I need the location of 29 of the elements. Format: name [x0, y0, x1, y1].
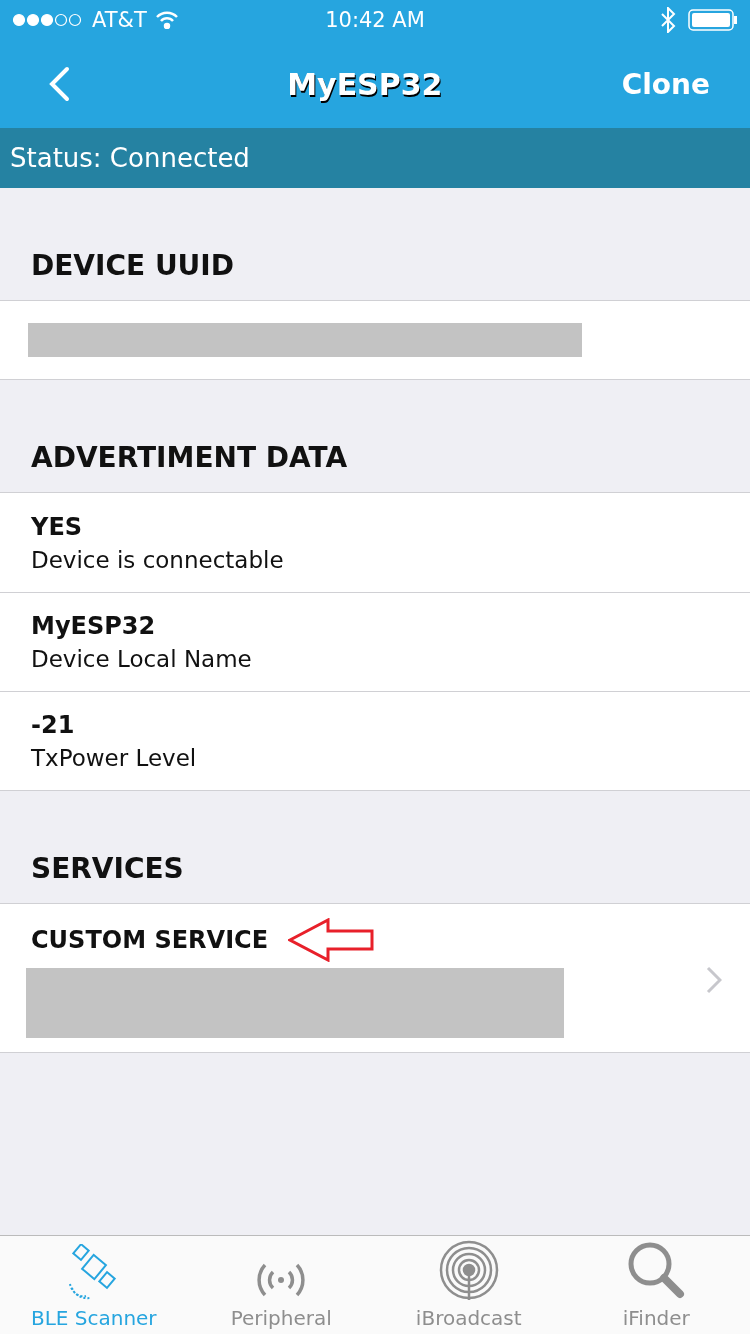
field-value: -21 [31, 711, 76, 739]
section-title: DEVICE UUID [31, 249, 234, 282]
service-row[interactable]: CUSTOM SERVICE [0, 904, 750, 1052]
field-value: YES [31, 512, 84, 541]
tab-item[interactable]: iBroadcast [375, 1236, 563, 1334]
carrier-name: AT&T [92, 8, 147, 32]
field-label: Device is connectable [31, 546, 285, 573]
battery-icon [688, 9, 738, 31]
search-icon [626, 1240, 687, 1300]
bluetooth-icon [660, 7, 676, 33]
wifi-icon [154, 11, 179, 29]
section-title: ADVERTIMENT DATA [31, 441, 348, 474]
arrow-icon [288, 918, 375, 962]
tab-item[interactable]: BLE Scanner [0, 1236, 188, 1334]
field-value: MyESP32 [31, 612, 157, 640]
back-icon [48, 66, 70, 102]
field-label: TxPower Level [31, 745, 198, 771]
clock-time: 10:42 AM [325, 8, 425, 32]
field-label: Device Local Name [31, 646, 253, 672]
tab-item[interactable]: iFinder [562, 1236, 750, 1334]
section-title: SERVICES [31, 852, 184, 885]
chevron-icon [706, 966, 722, 994]
screen-title: MyESP32 [287, 66, 443, 102]
service-name: CUSTOM SERVICE [31, 926, 269, 954]
connection-status: Status: Connected [10, 143, 250, 173]
clone-button[interactable]: Clone [621, 67, 710, 101]
tab-item[interactable]: Peripheral [187, 1236, 375, 1334]
signal-icon [12, 13, 84, 27]
beacon-icon [438, 1240, 499, 1300]
